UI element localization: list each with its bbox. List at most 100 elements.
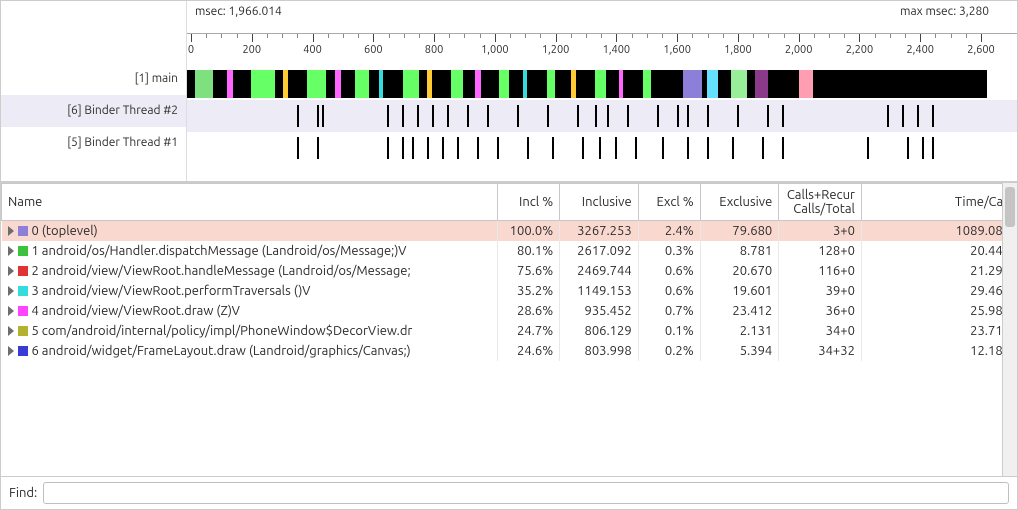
timeline-panel: [1] main[6] Binder Thread #2[5] Binder T… — [1, 1, 1017, 182]
cell-incl_pct: 35.2% — [498, 281, 560, 301]
thread-track[interactable] — [187, 132, 1017, 164]
thread-track[interactable] — [187, 100, 1017, 132]
table-row[interactable]: 4 android/view/ViewRoot.draw (Z)V28.6%93… — [2, 301, 1017, 321]
cell-exclusive: 79.680 — [700, 221, 779, 242]
scrollbar-thumb[interactable] — [1005, 187, 1015, 227]
table-row[interactable]: 0 (toplevel)100.0%3267.2532.4%79.6803+01… — [2, 221, 1017, 242]
cell-calls: 116+0 — [779, 261, 862, 281]
expand-icon[interactable] — [8, 326, 14, 336]
profile-table-scroll[interactable]: Name Incl % Inclusive Excl % Exclusive C… — [1, 183, 1017, 477]
cell-exclusive: 23.412 — [700, 301, 779, 321]
expand-icon[interactable] — [8, 286, 14, 296]
expand-icon[interactable] — [8, 226, 14, 236]
expand-icon[interactable] — [8, 306, 14, 316]
color-swatch — [18, 346, 28, 356]
thread-label-column: [1] main[6] Binder Thread #2[5] Binder T… — [1, 1, 187, 181]
cell-excl_pct: 2.4% — [638, 221, 700, 242]
timeline-ruler: 02004006008001,0001,2001,4001,6001,8002,… — [187, 33, 1017, 68]
cell-calls: 128+0 — [779, 241, 862, 261]
cell-time_call: 23.710 — [861, 321, 1016, 341]
color-swatch — [18, 286, 28, 296]
vertical-scrollbar[interactable] — [1002, 183, 1017, 476]
method-name: 0 (toplevel) — [32, 224, 98, 238]
ruler-tick-label: 600 — [364, 44, 383, 56]
col-excl-pct[interactable]: Excl % — [638, 184, 700, 221]
cell-time_call: 25.985 — [861, 301, 1016, 321]
cell-exclusive: 2.131 — [700, 321, 779, 341]
ruler-tick-label: 1,400 — [603, 44, 631, 56]
cell-time_call: 21.291 — [861, 261, 1016, 281]
ruler-tick-label: 200 — [242, 44, 261, 56]
cell-time_call: 1089.084 — [861, 221, 1016, 242]
ruler-tick-label: 2,200 — [846, 44, 874, 56]
col-name[interactable]: Name — [2, 184, 498, 221]
cell-inclusive: 3267.253 — [560, 221, 639, 242]
find-label: Find: — [9, 486, 37, 500]
cell-excl_pct: 0.2% — [638, 341, 700, 361]
thread-track[interactable] — [187, 68, 1017, 100]
color-swatch — [18, 246, 28, 256]
col-time-call[interactable]: Time/Call — [861, 184, 1016, 221]
cell-calls: 36+0 — [779, 301, 862, 321]
method-name: 3 android/view/ViewRoot.performTraversal… — [32, 284, 311, 298]
ruler-tick-label: 1,000 — [481, 44, 509, 56]
method-name: 1 android/os/Handler.dispatchMessage (La… — [32, 244, 407, 258]
cell-excl_pct: 0.3% — [638, 241, 700, 261]
ruler-tick-label: 2,600 — [967, 44, 995, 56]
cell-incl_pct: 75.6% — [498, 261, 560, 281]
find-input[interactable] — [43, 482, 1009, 504]
table-row[interactable]: 3 android/view/ViewRoot.performTraversal… — [2, 281, 1017, 301]
find-bar: Find: — [1, 477, 1017, 509]
cell-exclusive: 19.601 — [700, 281, 779, 301]
expand-icon[interactable] — [8, 246, 14, 256]
col-exclusive[interactable]: Exclusive — [700, 184, 779, 221]
color-swatch — [18, 326, 28, 336]
expand-icon[interactable] — [8, 266, 14, 276]
thread-label[interactable]: [6] Binder Thread #2 — [1, 95, 186, 127]
cell-incl_pct: 24.6% — [498, 341, 560, 361]
cell-excl_pct: 0.6% — [638, 281, 700, 301]
col-inclusive[interactable]: Inclusive — [560, 184, 639, 221]
max-msec-label: max msec: 3,280 — [900, 5, 989, 33]
expand-icon[interactable] — [8, 346, 14, 356]
cell-exclusive: 5.394 — [700, 341, 779, 361]
cell-excl_pct: 0.1% — [638, 321, 700, 341]
method-name: 6 android/widget/FrameLayout.draw (Landr… — [32, 344, 411, 358]
traceview-window: [1] main[6] Binder Thread #2[5] Binder T… — [0, 0, 1018, 510]
cell-excl_pct: 0.7% — [638, 301, 700, 321]
ruler-tick-label: 2,000 — [785, 44, 813, 56]
thread-label[interactable]: [1] main — [1, 63, 186, 95]
cell-calls: 3+0 — [779, 221, 862, 242]
thread-label[interactable]: [5] Binder Thread #1 — [1, 127, 186, 159]
msec-label: msec: 1,966.014 — [195, 5, 282, 33]
timeline-area[interactable]: msec: 1,966.014 max msec: 3,280 02004006… — [187, 1, 1017, 181]
ruler-tick-label: 1,200 — [542, 44, 570, 56]
cell-time_call: 29.465 — [861, 281, 1016, 301]
ruler-tick-label: 0 — [188, 44, 194, 56]
cell-inclusive: 2617.092 — [560, 241, 639, 261]
cell-calls: 39+0 — [779, 281, 862, 301]
cell-exclusive: 20.670 — [700, 261, 779, 281]
col-calls[interactable]: Calls+Recur Calls/Total — [779, 184, 862, 221]
col-incl-pct[interactable]: Incl % — [498, 184, 560, 221]
table-header: Name Incl % Inclusive Excl % Exclusive C… — [2, 184, 1017, 221]
cell-inclusive: 1149.153 — [560, 281, 639, 301]
table-row[interactable]: 2 android/view/ViewRoot.handleMessage (L… — [2, 261, 1017, 281]
color-swatch — [18, 266, 28, 276]
method-name: 2 android/view/ViewRoot.handleMessage (L… — [32, 264, 411, 278]
method-name: 5 com/android/internal/policy/impl/Phone… — [32, 324, 413, 338]
method-name: 4 android/view/ViewRoot.draw (Z)V — [32, 304, 240, 318]
ruler-tick-label: 1,600 — [663, 44, 691, 56]
ruler-tick-label: 800 — [425, 44, 444, 56]
cell-time_call: 12.182 — [861, 341, 1016, 361]
profile-table: Name Incl % Inclusive Excl % Exclusive C… — [1, 183, 1017, 361]
profile-table-panel: Name Incl % Inclusive Excl % Exclusive C… — [1, 182, 1017, 509]
color-swatch — [18, 306, 28, 316]
table-row[interactable]: 6 android/widget/FrameLayout.draw (Landr… — [2, 341, 1017, 361]
table-row[interactable]: 5 com/android/internal/policy/impl/Phone… — [2, 321, 1017, 341]
cell-incl_pct: 80.1% — [498, 241, 560, 261]
ruler-tick-label: 1,800 — [724, 44, 752, 56]
table-row[interactable]: 1 android/os/Handler.dispatchMessage (La… — [2, 241, 1017, 261]
cell-calls: 34+32 — [779, 341, 862, 361]
ruler-tick-label: 2,400 — [906, 44, 934, 56]
